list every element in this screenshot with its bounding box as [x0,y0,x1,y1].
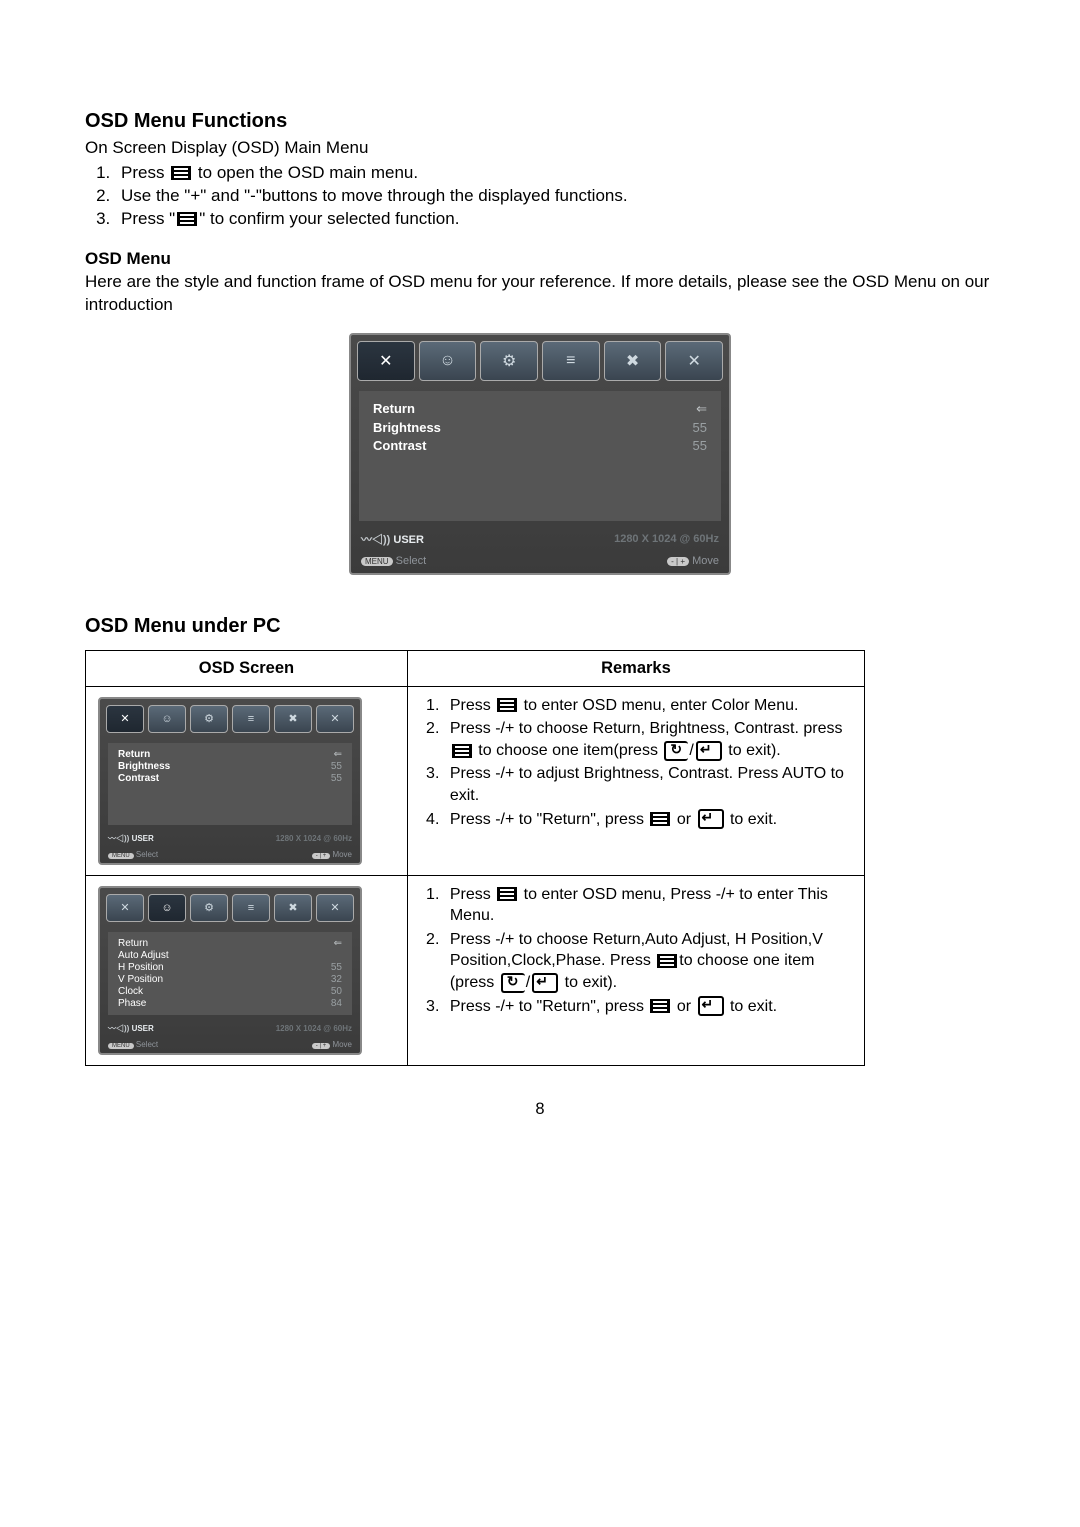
table-cell-remarks: Press to enter OSD menu, enter Color Men… [407,686,864,875]
osd-row-value: 55 [693,420,707,435]
osd-row-label: Contrast [373,438,426,453]
section-heading-pc: OSD Menu under PC [85,615,995,638]
osd-tab: ✕ [316,705,354,733]
menu-icon [452,744,472,758]
osd-menu-intro: Here are the style and function frame of… [85,271,995,317]
table-cell-screen: ✕ ☺ ⚙ ≡ ✖ ✕ Return⇐ Brightness55 Contras… [86,686,408,875]
intro-text: On Screen Display (OSD) Main Menu [85,137,995,160]
osd-tab: ✕ [106,705,144,733]
menu-icon [497,887,517,901]
table-cell-remarks: Press to enter OSD menu, Press -/+ to en… [407,875,864,1065]
step-3: Press "" to confirm your selected functi… [115,208,995,231]
menu-icon [657,954,677,968]
step-1: Press to open the OSD main menu. [115,162,995,185]
osd-row: Contrast 55 [373,438,707,453]
table-header: Remarks [407,650,864,686]
osd-panel-small: ✕ ☺ ⚙ ≡ ✖ ✕ Return⇐ Brightness55 Contras… [98,697,362,865]
page-number: 8 [85,1100,995,1119]
pill: - | + [667,557,689,566]
enter-icon [532,973,558,993]
power-icon [664,741,688,761]
remark-item: Press -/+ to "Return", press or to exit. [444,809,854,831]
menu-icon [650,812,670,826]
osd-row-label: Brightness [373,420,441,435]
remark-item: Press to enter OSD menu, Press -/+ to en… [444,884,854,927]
step-2: Use the "+" and "-"buttons to move throu… [115,185,995,208]
osd-footer-hints: MENU Select - | + Move [351,555,729,573]
osd-tab: ⚙ [190,705,228,733]
osd-tab: ✕ [357,341,415,381]
return-arrow-icon: ⇐ [696,401,707,417]
osd-row-value: 55 [693,438,707,453]
table-header: OSD Screen [86,650,408,686]
osd-tab: ✕ [665,341,723,381]
osd-tab: ✖ [604,341,662,381]
osd-tab: ☺ [148,705,186,733]
remark-item: Press -/+ to adjust Brightness, Contrast… [444,763,854,806]
osd-tab: ✖ [274,705,312,733]
osd-pc-table: OSD Screen Remarks ✕ ☺ ⚙ ≡ ✖ ✕ Return⇐ B… [85,650,865,1066]
osd-tab: ☺ [148,894,186,922]
osd-row: Brightness 55 [373,420,707,435]
osd-panel: ✕ ☺ ⚙ ≡ ✖ ✕ Return ⇐ Brightness 55 Contr… [349,333,731,575]
remark-item: Press -/+ to choose Return,Auto Adjust, … [444,929,854,994]
enter-icon [698,809,724,829]
menu-icon [171,166,191,180]
osd-tab: ✕ [106,894,144,922]
pill: MENU [361,557,393,566]
osd-tabs: ✕ ☺ ⚙ ≡ ✖ ✕ [351,335,729,381]
osd-menu-heading: OSD Menu [85,249,995,269]
osd-row-label: Return [373,401,415,416]
enter-icon [698,996,724,1016]
osd-panel-small: ✕ ☺ ⚙ ≡ ✖ ✕ Return⇐ Auto Adjust H Positi… [98,886,362,1055]
section-heading: OSD Menu Functions [85,110,995,133]
table-cell-screen: ✕ ☺ ⚙ ≡ ✖ ✕ Return⇐ Auto Adjust H Positi… [86,875,408,1065]
menu-icon [650,999,670,1013]
power-icon [501,973,525,993]
osd-tab: ⚙ [480,341,538,381]
remark-item: Press -/+ to choose Return, Brightness, … [444,718,854,761]
remark-item: Press to enter OSD menu, enter Color Men… [444,695,854,717]
top-steps: Press to open the OSD main menu. Use the… [85,162,995,231]
menu-icon [177,212,197,226]
osd-footer: 〰◁)) USER 1280 X 1024 @ 60Hz [351,527,729,555]
remark-item: Press -/+ to "Return", press or to exit. [444,996,854,1018]
osd-tab: ⚙ [190,894,228,922]
menu-icon [497,698,517,712]
osd-tab: ✖ [274,894,312,922]
osd-body: Return ⇐ Brightness 55 Contrast 55 [359,391,721,521]
osd-resolution: 1280 X 1024 @ 60Hz [614,533,719,545]
osd-tab: ≡ [232,705,270,733]
osd-tab: ≡ [542,341,600,381]
osd-main-figure: ✕ ☺ ⚙ ≡ ✖ ✕ Return ⇐ Brightness 55 Contr… [85,333,995,575]
osd-brand: 〰◁)) USER [361,531,424,547]
osd-tab: ☺ [419,341,477,381]
enter-icon [696,741,722,761]
osd-row: Return ⇐ [373,401,707,417]
osd-tab: ✕ [316,894,354,922]
osd-tab: ≡ [232,894,270,922]
